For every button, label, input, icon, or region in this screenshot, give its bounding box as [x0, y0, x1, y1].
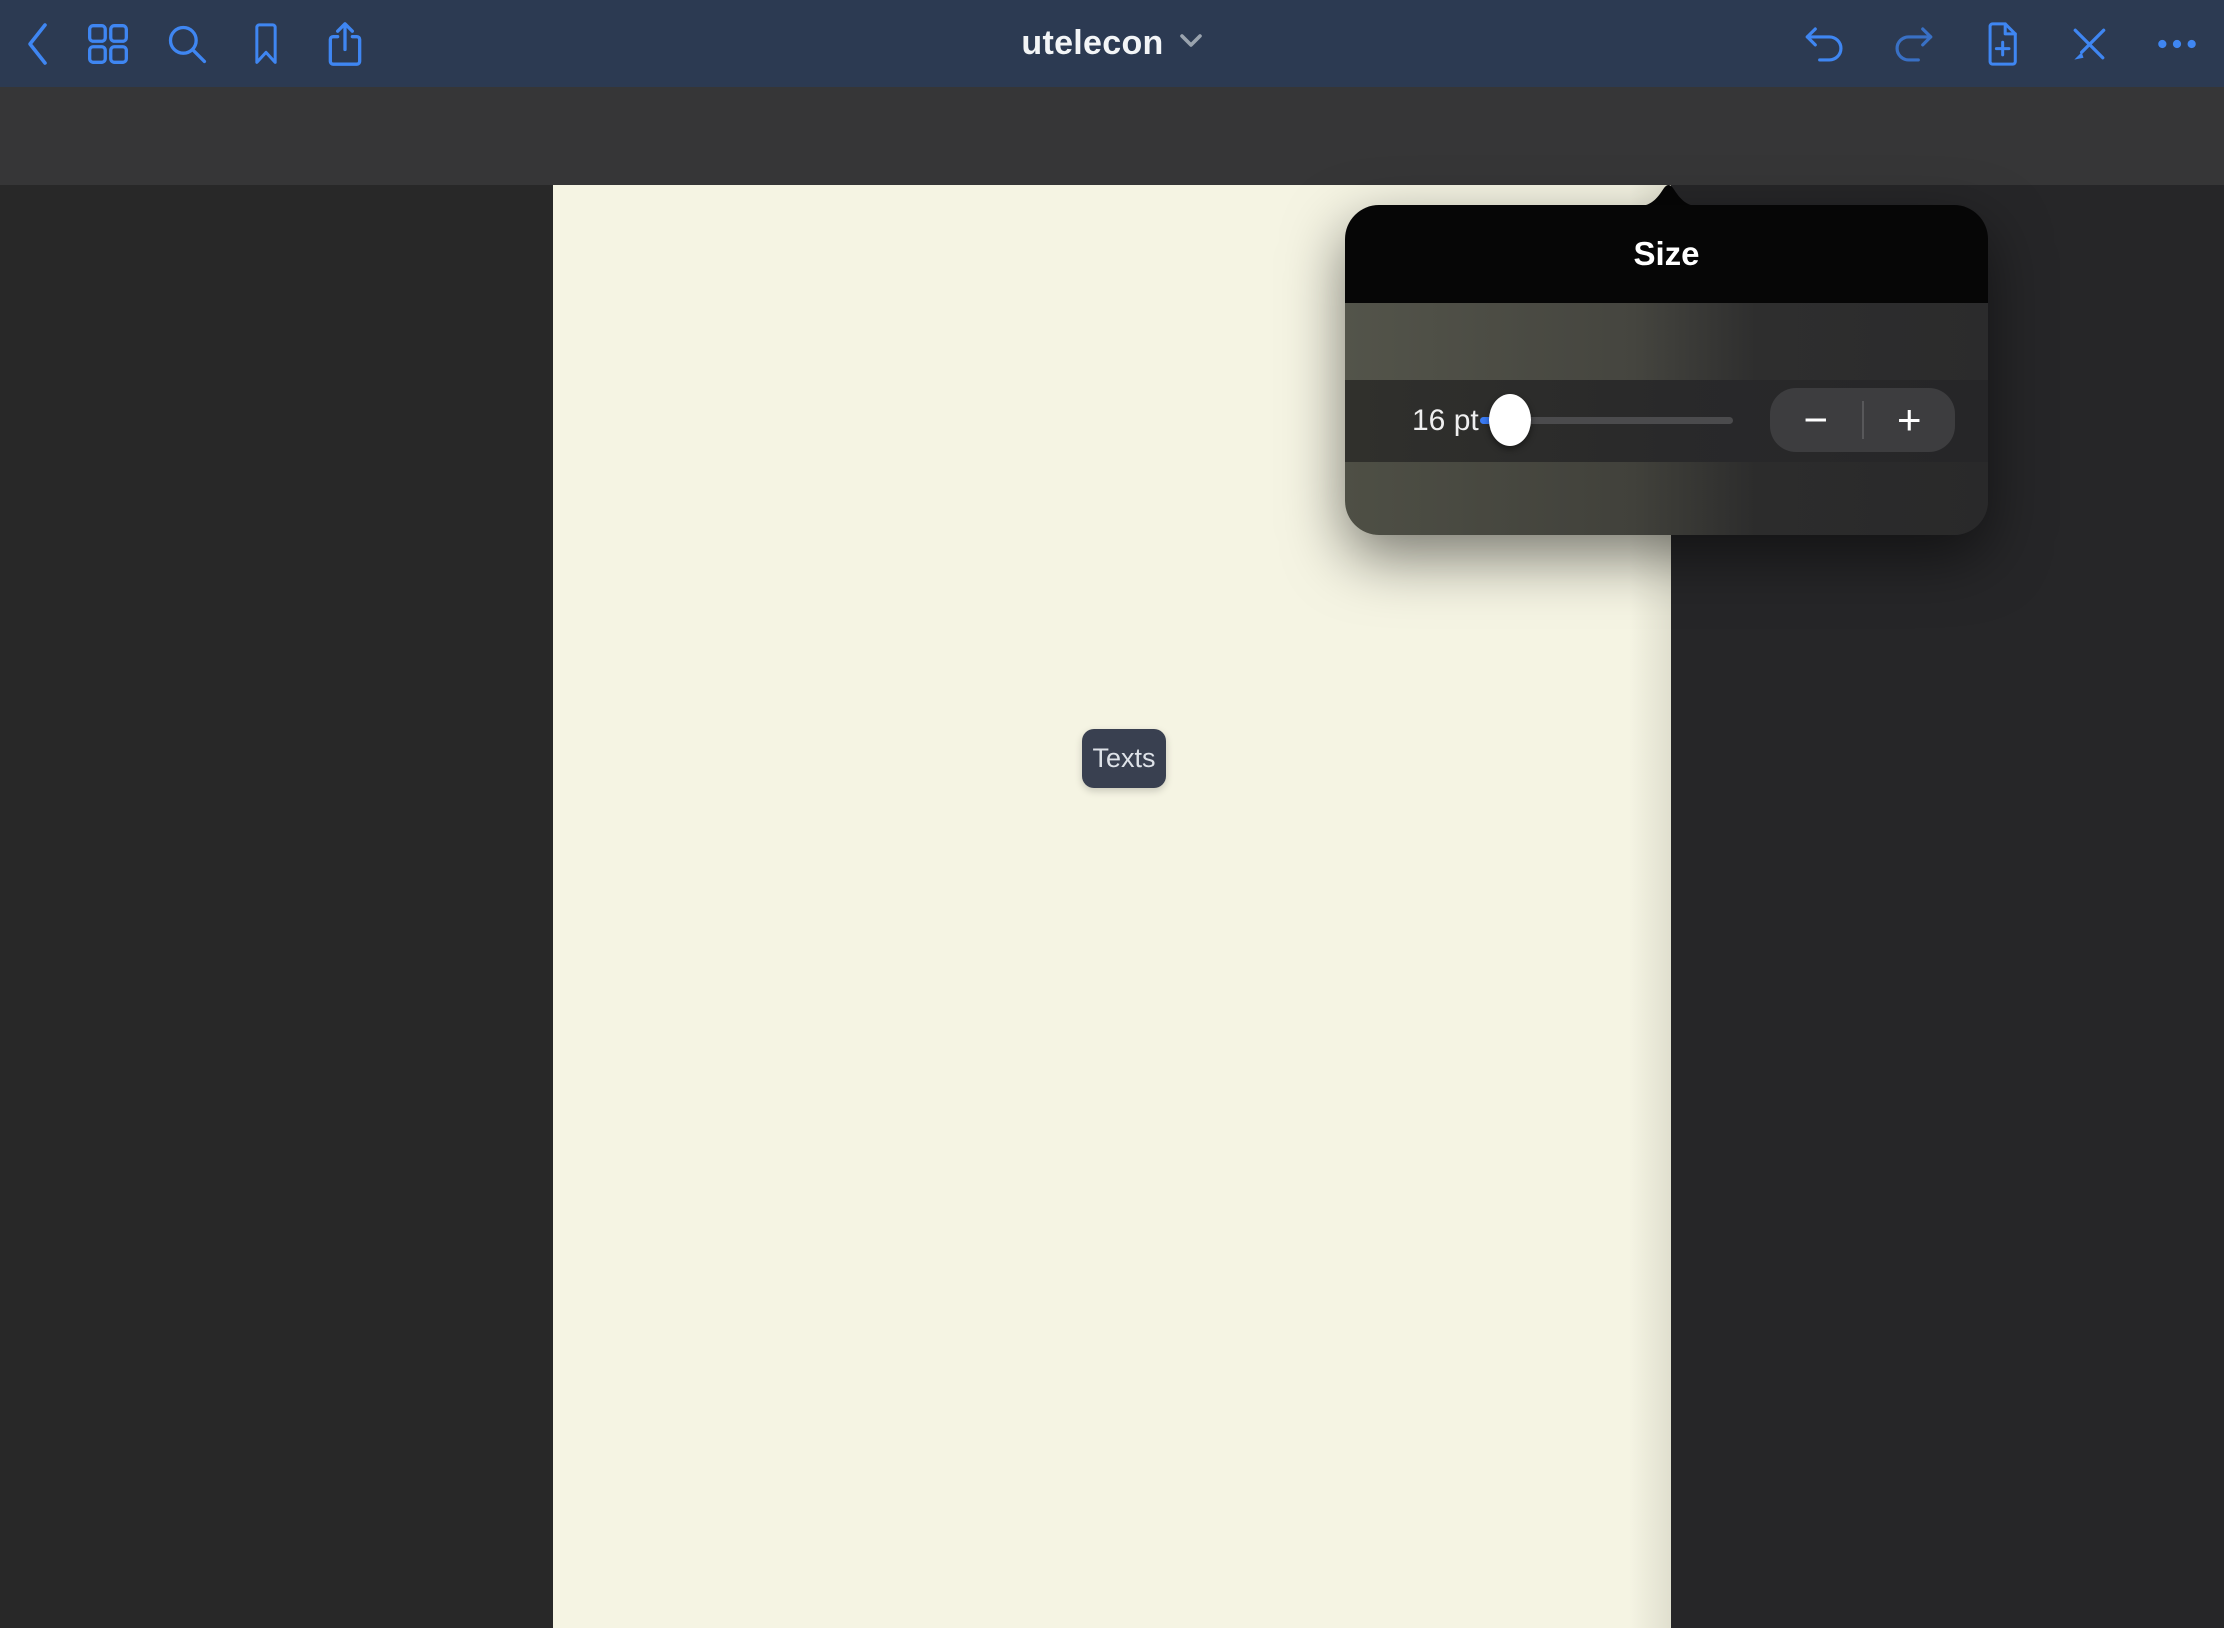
canvas-left-margin [0, 185, 553, 1628]
size-popover: Size 16 pt − + [1345, 205, 1988, 535]
size-decrease-button[interactable]: − [1770, 388, 1862, 452]
document-title: utelecon [1021, 24, 1163, 63]
redo-button[interactable] [1890, 21, 1936, 67]
undo-button[interactable] [1802, 21, 1848, 67]
canvas-text-object[interactable]: Texts [1082, 729, 1166, 788]
size-popover-spacer-bottom [1345, 462, 1988, 535]
size-value-label: 16 pt [1412, 401, 1479, 441]
size-stepper: − + [1770, 388, 1955, 452]
tools-bar: a [0, 87, 2224, 185]
nav-bar: utelecon [0, 0, 2224, 87]
size-popover-spacer-top [1345, 303, 1988, 380]
app-window: utelecon [0, 0, 2224, 1628]
canvas-text-object-label: Texts [1092, 743, 1155, 774]
redo-icon [1890, 23, 1936, 65]
size-popover-header: Size [1345, 205, 1988, 303]
size-slider-thumb[interactable] [1489, 394, 1531, 446]
more-button[interactable] [2154, 21, 2200, 67]
ellipsis-icon [2154, 22, 2200, 66]
popover-arrow [1640, 184, 1697, 206]
add-page-button[interactable] [1978, 21, 2024, 67]
size-popover-title: Size [1633, 235, 1699, 273]
add-page-icon [1980, 20, 2022, 68]
stop-editing-button[interactable] [2066, 21, 2112, 67]
pen-crossed-icon [2067, 22, 2111, 66]
title-chevron-down-icon [1179, 33, 1203, 54]
nav-right-group [1802, 0, 2200, 87]
undo-icon [1802, 23, 1848, 65]
size-increase-button[interactable]: + [1864, 388, 1956, 452]
